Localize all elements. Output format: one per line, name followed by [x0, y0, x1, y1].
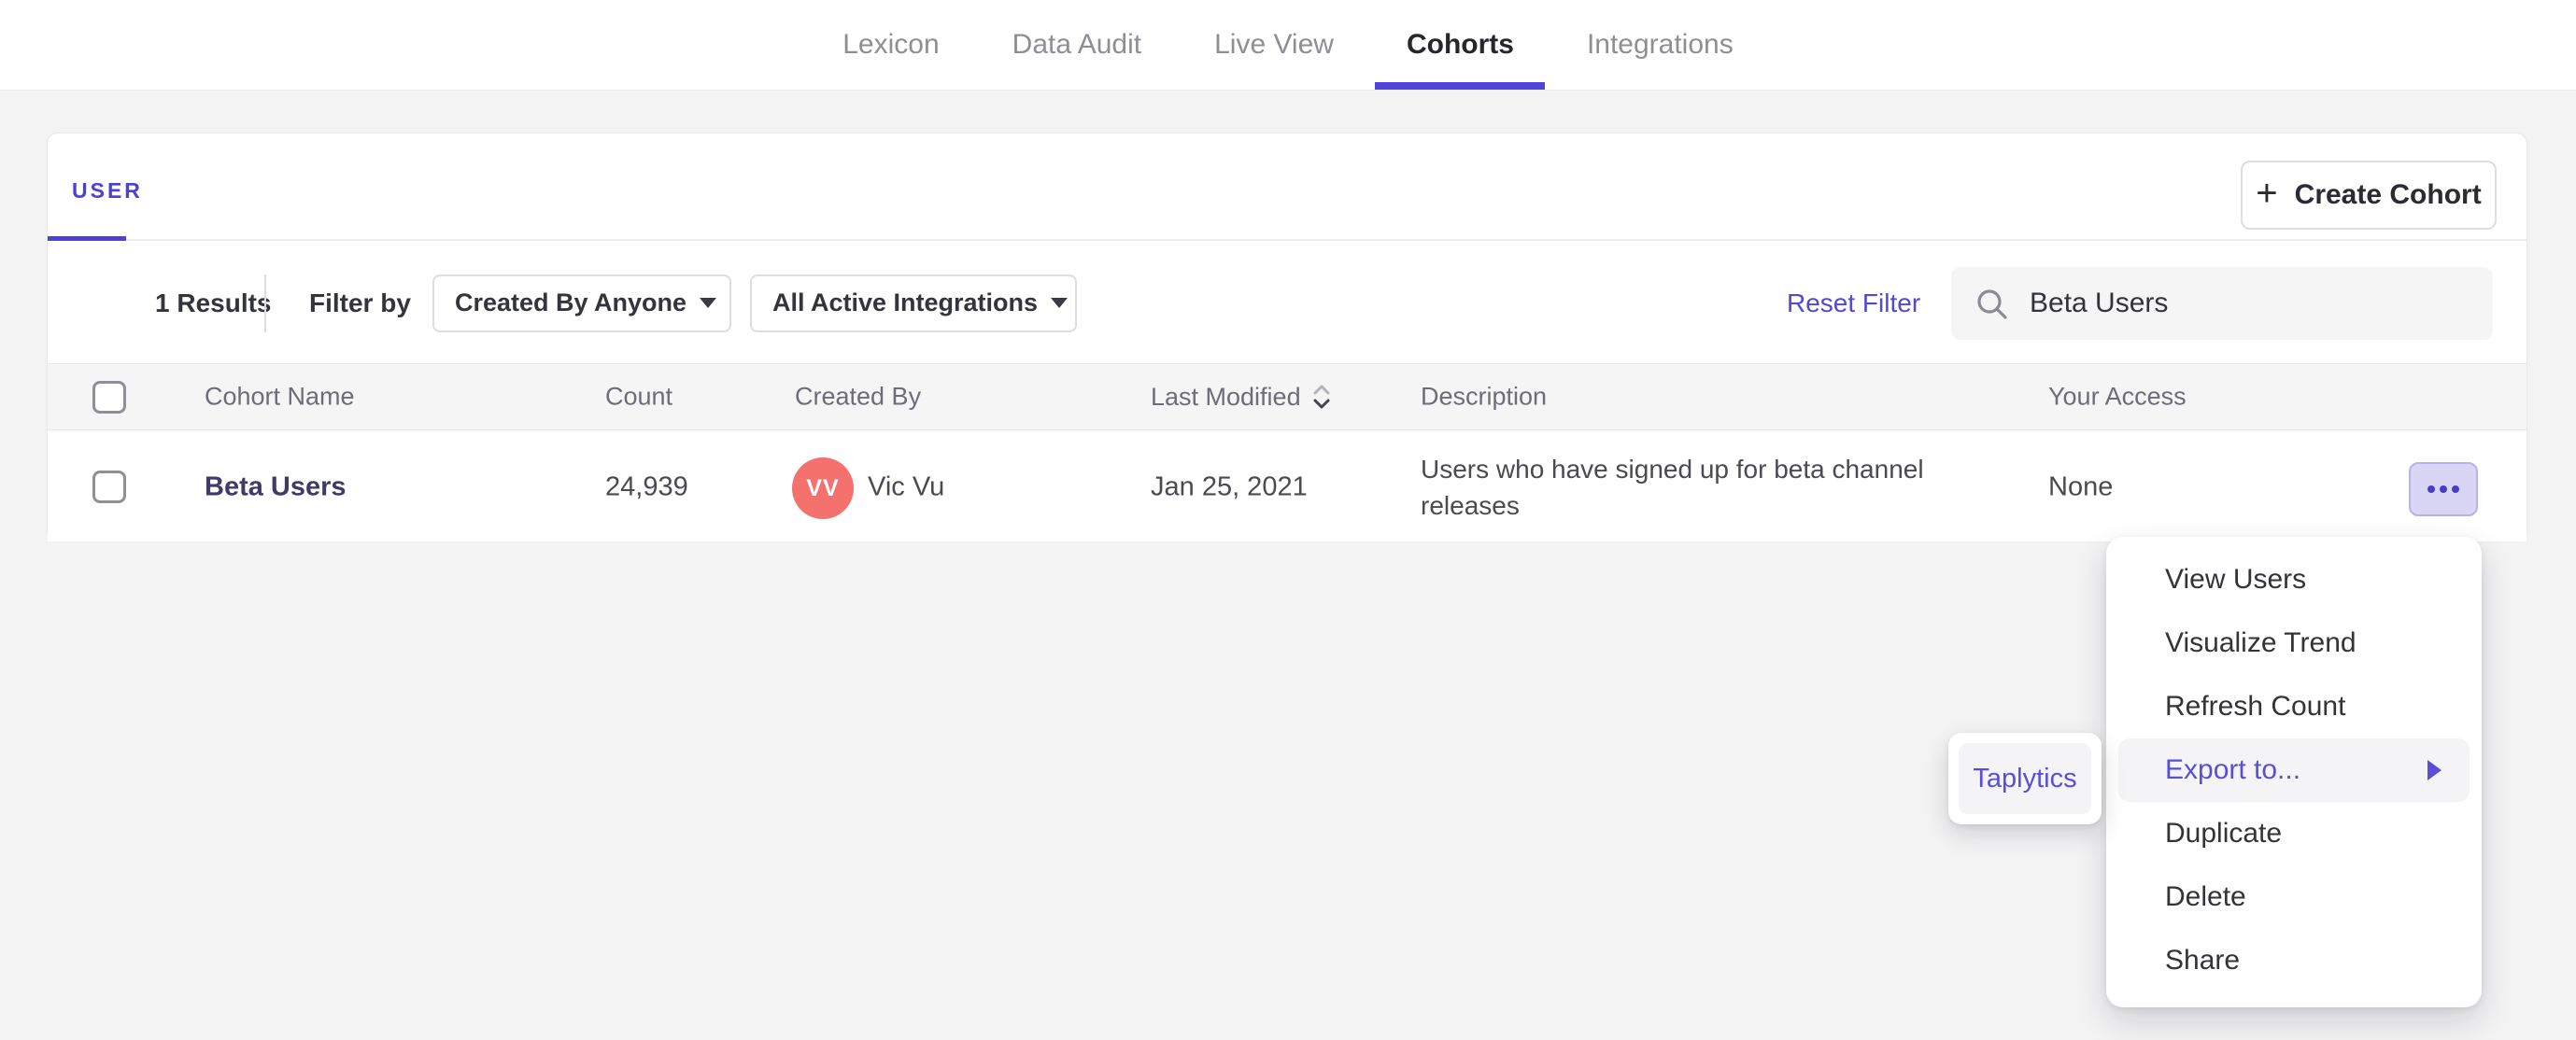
top-nav: Lexicon Data Audit Live View Cohorts Int…: [0, 0, 2576, 91]
nav-tab-integrations[interactable]: Integrations: [1587, 0, 1734, 90]
create-cohort-label: Create Cohort: [2294, 179, 2482, 210]
nav-tab-live-view[interactable]: Live View: [1214, 0, 1334, 90]
header-cohort-name: Cohort Name: [205, 382, 355, 411]
menu-item-delete[interactable]: Delete: [2118, 865, 2470, 929]
header-your-access: Your Access: [2048, 382, 2187, 411]
nav-tab-live-view-label: Live View: [1214, 29, 1334, 60]
row-context-menu: View Users Visualize Trend Refresh Count…: [2106, 537, 2482, 1007]
user-tab-underline: [48, 236, 126, 241]
submenu-arrow-icon: [2427, 760, 2442, 780]
menu-item-export-to[interactable]: Export to...: [2118, 738, 2470, 802]
more-dots-icon: [2427, 485, 2435, 493]
menu-item-refresh-count[interactable]: Refresh Count: [2118, 675, 2470, 738]
table-header: Cohort Name Count Created By Last Modifi…: [48, 363, 2526, 430]
sort-icon[interactable]: [1310, 382, 1333, 412]
header-count: Count: [605, 382, 673, 411]
menu-item-export-to-label: Export to...: [2165, 754, 2301, 785]
last-modified-value: Jan 25, 2021: [1151, 471, 1308, 501]
search-box: [1951, 266, 2493, 340]
more-dots-icon: [2452, 485, 2459, 493]
filter-divider: [264, 274, 266, 332]
submenu-item-taplytics[interactable]: Taplytics: [1959, 743, 2091, 814]
menu-item-share[interactable]: Share: [2118, 929, 2470, 992]
nav-tab-cohorts[interactable]: Cohorts: [1375, 0, 1546, 90]
avatar: VV: [792, 457, 854, 519]
row-actions-button[interactable]: [2409, 462, 2478, 516]
row-checkbox[interactable]: [92, 471, 126, 503]
export-submenu: Taplytics: [1948, 733, 2102, 824]
plus-icon: +: [2256, 173, 2278, 214]
menu-item-visualize-trend[interactable]: Visualize Trend: [2118, 611, 2470, 675]
results-count: 1 Results: [155, 288, 272, 317]
cohort-count: 24,939: [605, 471, 688, 501]
search-input[interactable]: [1951, 266, 2493, 340]
header-last-modified: Last Modified: [1151, 382, 1333, 412]
nav-tab-data-audit[interactable]: Data Audit: [1012, 0, 1141, 90]
active-tab-underline: [1375, 82, 1546, 90]
integrations-dropdown[interactable]: All Active Integrations: [750, 274, 1077, 332]
tab-user[interactable]: USER: [72, 178, 143, 204]
header-last-modified-label: Last Modified: [1151, 382, 1301, 411]
table-row: Beta Users 24,939 VV Vic Vu Jan 25, 2021…: [48, 432, 2526, 541]
cohorts-card: USER + Create Cohort 1 Results Filter by…: [47, 133, 2527, 541]
nav-tab-data-audit-label: Data Audit: [1012, 29, 1142, 60]
created-by-dropdown-value: Created By Anyone: [455, 288, 687, 316]
more-dots-icon: [2440, 485, 2447, 493]
created-by-value: Vic Vu: [868, 471, 945, 501]
nav-tab-lexicon-label: Lexicon: [842, 29, 940, 60]
nav-tab-cohorts-label: Cohorts: [1406, 29, 1514, 60]
description-value: Users who have signed up for beta channe…: [1421, 454, 1924, 520]
cohort-name-link[interactable]: Beta Users: [205, 471, 347, 502]
nav-tab-lexicon[interactable]: Lexicon: [842, 0, 939, 90]
cohorts-page: Lexicon Data Audit Live View Cohorts Int…: [0, 0, 2576, 1040]
filter-by-label: Filter by: [309, 288, 411, 317]
card-tab-bar: USER + Create Cohort: [48, 134, 2526, 241]
menu-item-view-users[interactable]: View Users: [2118, 548, 2470, 611]
menu-item-duplicate[interactable]: Duplicate: [2118, 802, 2470, 865]
integrations-dropdown-value: All Active Integrations: [772, 288, 1039, 316]
select-all-checkbox[interactable]: [92, 381, 126, 414]
filter-bar: 1 Results Filter by Created By Anyone Al…: [48, 243, 2526, 363]
chevron-down-icon: [700, 298, 717, 308]
reset-filter-link[interactable]: Reset Filter: [1787, 288, 1920, 318]
created-by-dropdown[interactable]: Created By Anyone: [432, 274, 731, 332]
header-created-by: Created By: [795, 382, 922, 411]
your-access-value: None: [2048, 471, 2114, 501]
nav-tab-integrations-label: Integrations: [1586, 29, 1734, 60]
create-cohort-button[interactable]: + Create Cohort: [2241, 161, 2497, 230]
chevron-down-icon: [1051, 298, 1069, 308]
header-description: Description: [1421, 382, 1548, 411]
